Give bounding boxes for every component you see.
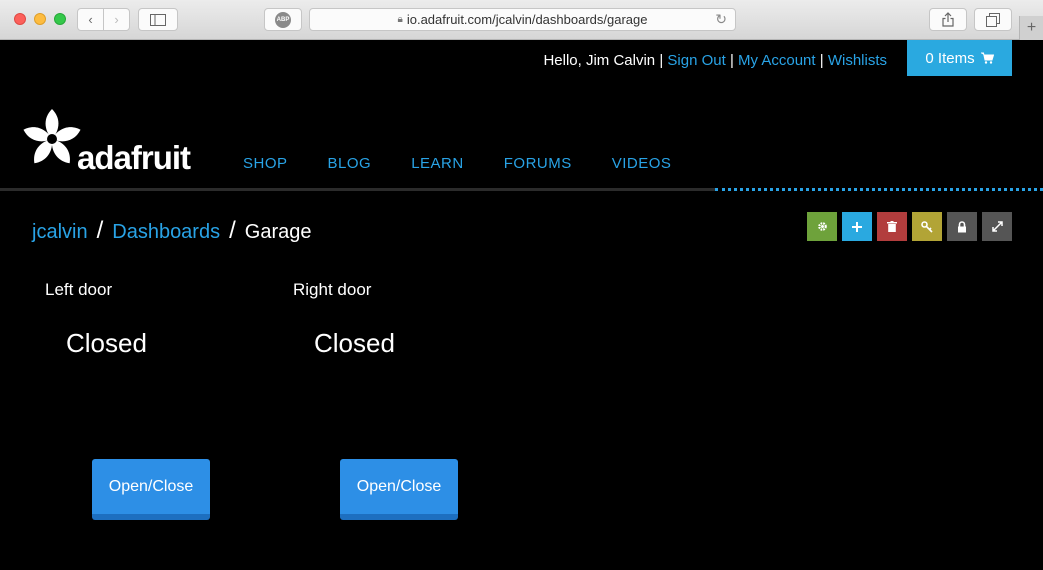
show-tabs-button[interactable] [974,8,1012,31]
account-bar: Hello, Jim Calvin | Sign Out | My Accoun… [0,40,1043,76]
sign-out-link[interactable]: Sign Out [667,52,725,69]
zoom-window-button[interactable] [54,13,66,25]
account-links: Hello, Jim Calvin | Sign Out | My Accoun… [543,52,887,69]
plus-icon: + [1026,19,1037,36]
key-button[interactable] [912,212,942,241]
key-icon [921,220,933,233]
breadcrumb: jcalvin / Dashboards / Garage [32,217,312,244]
sidebar-icon [150,13,166,26]
lock-icon: 🔒︎ [397,14,403,25]
share-button[interactable] [929,8,967,31]
close-window-button[interactable] [14,13,26,25]
delete-dashboard-button[interactable] [877,212,907,241]
plus-icon [852,221,862,232]
lock-icon [958,220,966,232]
tabs-icon [986,12,1000,27]
nav-videos[interactable]: VIDEOS [612,155,672,172]
block-title: Right door [293,280,372,299]
cart-label: 0 Items [925,49,975,67]
greeting-text: Hello, Jim Calvin [543,52,656,69]
nav-blog[interactable]: BLOG [328,155,372,172]
sidebar-toggle-button[interactable] [138,8,178,31]
url-text: io.adafruit.com/jcalvin/dashboards/garag… [406,12,648,27]
breadcrumb-user[interactable]: jcalvin [32,221,88,243]
fullscreen-button[interactable] [982,212,1012,241]
block-right-door: Right door Closed Open/Close [293,280,533,520]
trash-icon [887,221,897,232]
open-close-left-button[interactable]: Open/Close [92,459,210,520]
browser-toolbar: ‹ › ABP 🔒︎ io.adafruit.com/jcalvin/dashb… [0,0,1043,40]
cart-icon [980,52,994,64]
settings-button[interactable] [807,212,837,241]
cart-button[interactable]: 0 Items [907,40,1012,76]
dashboard-toolbar [807,212,1012,241]
block-status-value: Closed [66,328,147,358]
adblock-icon: ABP [275,11,291,28]
privacy-lock-button[interactable] [947,212,977,241]
block-left-door: Left door Closed Open/Close [45,280,285,520]
reload-icon[interactable]: ↻ [715,11,727,28]
my-account-link[interactable]: My Account [738,52,816,69]
address-bar[interactable]: 🔒︎ io.adafruit.com/jcalvin/dashboards/ga… [309,8,736,31]
block-title: Left door [45,280,113,299]
logo-wordmark[interactable]: adafruit [77,139,191,177]
breadcrumb-current: Garage [244,221,312,243]
nav-shop[interactable]: SHOP [243,155,288,172]
expand-icon [991,221,1003,232]
block-status-value: Closed [314,328,395,358]
nav-forums[interactable]: FORUMS [504,155,572,172]
history-nav-group: ‹ › [77,8,130,31]
gear-icon [817,222,827,231]
share-icon [942,12,954,27]
new-tab-button[interactable]: + [1019,16,1043,40]
open-close-right-button[interactable]: Open/Close [340,459,458,520]
breadcrumb-dashboards[interactable]: Dashboards [112,221,220,243]
forward-chevron-icon[interactable]: › [104,12,129,27]
header-divider-dotted [715,188,1043,191]
back-chevron-icon[interactable]: ‹ [78,12,103,27]
nav-learn[interactable]: LEARN [411,155,464,172]
main-nav: SHOP BLOG LEARN FORUMS VIDEOS [243,155,711,172]
add-block-button[interactable] [842,212,872,241]
header-divider [0,188,715,191]
adblock-button[interactable]: ABP [264,8,302,31]
minimize-window-button[interactable] [34,13,46,25]
wishlists-link[interactable]: Wishlists [828,52,887,69]
